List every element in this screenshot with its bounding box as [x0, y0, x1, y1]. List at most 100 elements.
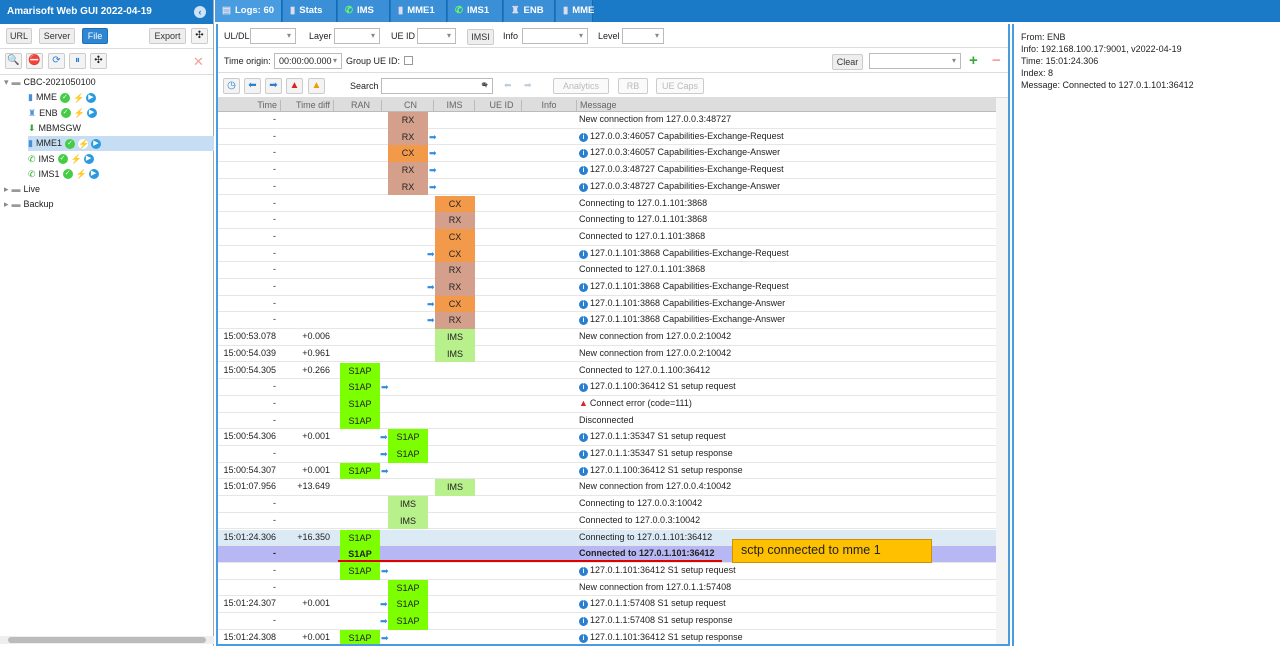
tree-item[interactable]: ✆ IMS ✓ ⚡ ▶: [28, 152, 94, 167]
connect-icon[interactable]: ✣: [90, 53, 107, 69]
ue-caps-button[interactable]: UE Caps: [656, 78, 704, 94]
table-row[interactable]: - RX Connecting to 127.0.1.101:3868: [218, 212, 996, 229]
table-row[interactable]: - S1AP ➡ i 127.0.1.101:36412 S1 setup reques…: [218, 562, 996, 580]
power-icon[interactable]: ⚡: [75, 169, 87, 180]
table-row[interactable]: 15:00:54.039 +0.961 IMS New connection from…: [218, 345, 996, 363]
tab-ims1[interactable]: ✆ IMS1: [448, 0, 503, 22]
play-icon[interactable]: ▶: [86, 108, 97, 119]
binoculars-icon[interactable]: ⚭: [480, 80, 488, 91]
tab-stats[interactable]: ▮ Stats: [283, 0, 337, 22]
expand-icon[interactable]: ▸: [4, 199, 9, 209]
analytics-button[interactable]: Analytics: [553, 78, 609, 94]
tree-item[interactable]: ✆ IMS1 ✓ ⚡ ▶: [28, 167, 99, 182]
ok-icon[interactable]: ✓: [62, 169, 73, 180]
prev-icon[interactable]: ⬅: [504, 80, 512, 91]
ok-icon[interactable]: ✓: [59, 92, 70, 103]
table-row[interactable]: 15:00:54.307 +0.001 S1AP ➡ i 127.0.1.100:3641…: [218, 462, 996, 480]
export-button[interactable]: Export: [149, 28, 186, 44]
tree-item[interactable]: ▸ ▬ Backup: [4, 197, 54, 212]
tab-logs-60[interactable]: ▤ Logs: 60: [215, 0, 282, 22]
column-header-ims[interactable]: IMS: [435, 100, 475, 112]
column-header-time-diff[interactable]: Time diff: [281, 100, 334, 112]
table-row[interactable]: - RX ➡ i 127.0.1.101:3868 Capabilities-Excha…: [218, 279, 996, 296]
stop-icon[interactable]: ⛔: [26, 53, 43, 69]
table-row[interactable]: - CX ➡ i 127.0.0.3:46057 Capabilities-Exchan…: [218, 145, 996, 163]
ok-icon[interactable]: ✓: [57, 154, 68, 165]
power-icon[interactable]: ⚡: [77, 138, 89, 149]
column-header-cn[interactable]: CN: [388, 100, 434, 112]
table-row[interactable]: - IMS Connected to 127.0.0.3:10042: [218, 512, 996, 530]
table-row[interactable]: - S1AP ➡ i 127.0.1.1:57408 S1 setup response: [218, 613, 996, 630]
power-icon[interactable]: ⚡: [72, 92, 84, 103]
play-icon[interactable]: ▶: [90, 138, 101, 149]
column-header-message[interactable]: Message: [577, 100, 996, 112]
table-row[interactable]: - RX ➡ i 127.0.0.3:46057 Capabilities-Exchan…: [218, 128, 996, 146]
search-input[interactable]: [381, 78, 493, 94]
tree-item[interactable]: ▮ MME ✓ ⚡ ▶: [28, 90, 96, 105]
play-icon[interactable]: ▶: [83, 154, 94, 165]
close-icon[interactable]: ✕: [193, 54, 204, 70]
vertical-scrollbar[interactable]: [996, 98, 1008, 644]
table-row[interactable]: 15:00:54.305 +0.266 S1AP Connected to 127.0…: [218, 362, 996, 380]
server-button[interactable]: Server: [39, 28, 75, 44]
table-row[interactable]: - S1AP Disconnected: [218, 412, 996, 430]
tree-item[interactable]: ▮ MME1 ✓ ⚡ ▶: [28, 136, 214, 152]
tree-item[interactable]: ♜ ENB ✓ ⚡ ▶: [28, 106, 97, 121]
table-row[interactable]: 15:00:54.306 +0.001 S1AP ➡ i 127.0.1.1:35347 …: [218, 429, 996, 446]
table-row[interactable]: - CX Connecting to 127.0.1.101:3868: [218, 195, 996, 213]
filter-preset-select[interactable]: [869, 53, 961, 69]
table-row[interactable]: - S1AP ▲ Connect error (code=111): [218, 395, 996, 413]
table-row[interactable]: - IMS Connecting to 127.0.0.3:10042: [218, 496, 996, 513]
layer-select[interactable]: [334, 28, 380, 44]
arrow-right-icon[interactable]: ➡: [265, 78, 282, 94]
warning-icon[interactable]: ▲: [308, 78, 325, 94]
settings-icon[interactable]: ✣: [191, 28, 208, 44]
tree-item[interactable]: ▸ ▬ Live: [4, 182, 40, 197]
table-row[interactable]: - CX ➡ i 127.0.1.101:3868 Capabilities-Excha…: [218, 295, 996, 313]
ok-icon[interactable]: ✓: [60, 108, 71, 119]
table-row[interactable]: - CX ➡ i 127.0.1.101:3868 Capabilities-Excha…: [218, 245, 996, 263]
table-row[interactable]: - RX Connected to 127.0.1.101:3868: [218, 262, 996, 279]
table-row[interactable]: - RX New connection from 127.0.0.3:48727: [218, 112, 996, 129]
url-button[interactable]: URL: [6, 28, 32, 44]
table-row[interactable]: - RX ➡ i 127.0.0.3:48727 Capabilities-Exchan…: [218, 162, 996, 179]
remove-icon[interactable]: −: [992, 52, 1001, 69]
horizontal-scrollbar[interactable]: [0, 636, 214, 644]
tree-item[interactable]: ⬇ MBMSGW: [28, 121, 81, 136]
tab-mme1[interactable]: ▮ MME1: [391, 0, 447, 22]
add-icon[interactable]: +: [969, 52, 978, 69]
tree-item[interactable]: ▾ ▬ CBC-2021050100: [4, 75, 96, 90]
expand-icon[interactable]: ▸: [4, 184, 9, 194]
next-icon[interactable]: ➡: [524, 80, 532, 91]
error-icon[interactable]: ▲: [286, 78, 303, 94]
info-select[interactable]: [522, 28, 588, 44]
ok-icon[interactable]: ✓: [64, 138, 75, 149]
ueid-select[interactable]: [417, 28, 456, 44]
level-select[interactable]: [622, 28, 664, 44]
group-ueid-checkbox[interactable]: [404, 56, 413, 65]
play-icon[interactable]: ▶: [88, 169, 99, 180]
table-row[interactable]: 15:01:24.307 +0.001 S1AP ➡ i 127.0.1.1:57408 …: [218, 596, 996, 613]
uldl-select[interactable]: [250, 28, 296, 44]
column-header-time[interactable]: Time: [218, 100, 281, 112]
search-icon[interactable]: 🔍: [5, 53, 22, 69]
tab-mme[interactable]: ▮ MME: [556, 0, 594, 22]
power-icon[interactable]: ⚡: [70, 154, 82, 165]
tab-ims[interactable]: ✆ IMS: [338, 0, 390, 22]
arrow-left-icon[interactable]: ⬅: [244, 78, 261, 94]
rb-button[interactable]: RB: [618, 78, 648, 94]
table-row[interactable]: - S1AP ➡ i 127.0.1.1:35347 S1 setup response: [218, 446, 996, 463]
table-row[interactable]: - S1AP New connection from 127.0.1.1:57408: [218, 579, 996, 597]
column-header-ran[interactable]: RAN: [340, 100, 382, 112]
power-icon[interactable]: ⚡: [73, 108, 85, 119]
table-row[interactable]: - RX ➡ i 127.0.1.101:3868 Capabilities-Excha…: [218, 312, 996, 330]
collapse-icon[interactable]: ‹: [194, 6, 206, 18]
table-row[interactable]: 15:01:07.956 +13.649 IMS New connection fro…: [218, 479, 996, 497]
column-header-ue-id[interactable]: UE ID: [482, 100, 522, 112]
file-button[interactable]: File: [82, 28, 108, 44]
pause-icon[interactable]: ⏸: [69, 53, 86, 69]
play-icon[interactable]: ▶: [85, 92, 96, 103]
clock-icon[interactable]: ◷: [223, 78, 240, 94]
clear-button[interactable]: Clear: [832, 54, 863, 70]
table-row[interactable]: - CX Connected to 127.0.1.101:3868: [218, 228, 996, 246]
